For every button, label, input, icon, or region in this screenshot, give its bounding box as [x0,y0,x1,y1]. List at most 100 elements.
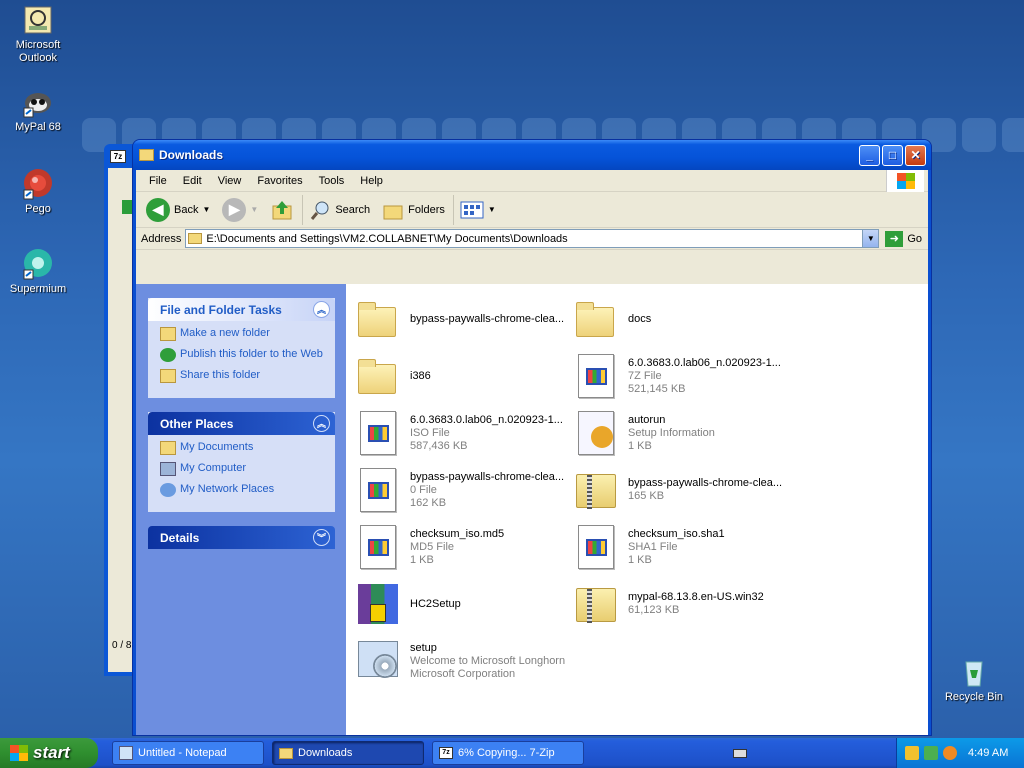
file-item[interactable]: 6.0.3683.0.lab06_n.020923-1... 7Z File 521… [572,351,790,401]
details-header[interactable]: Details ︾ [148,526,335,549]
menu-view[interactable]: View [210,175,250,187]
7zip-icon: 7z [439,747,453,759]
start-button[interactable]: start [0,738,98,768]
file-item[interactable]: bypass-paywalls-chrome-clea... 0 File 162 … [354,465,572,515]
go-button[interactable]: ➜ Go [883,230,928,247]
panel-title: File and Folder Tasks [160,302,282,317]
file-type: 7Z File [628,369,662,382]
explorer-window[interactable]: Downloads _ □ ✕ File Edit View Favorites… [132,139,932,736]
my-computer-link[interactable]: My Computer [160,462,325,476]
desktop-icon-pego[interactable]: Pego [0,168,76,216]
taskbar-item-notepad[interactable]: Untitled - Notepad [112,741,264,765]
other-places-header[interactable]: Other Places ︽ [148,412,335,435]
back-label: Back [174,203,199,216]
title-bar[interactable]: Downloads _ □ ✕ [133,140,931,170]
file-folder-tasks-panel: File and Folder Tasks ︽ Make a new folde… [148,298,335,398]
share-folder-icon [160,369,176,383]
window-title: Downloads [159,148,224,162]
file-folder-tasks-header[interactable]: File and Folder Tasks ︽ [148,298,335,321]
link-label: Share this folder [180,369,261,381]
share-folder-link[interactable]: Share this folder [160,369,325,383]
menu-help[interactable]: Help [352,175,391,187]
file-item[interactable]: checksum_iso.md5 MD5 File 1 KB [354,522,572,572]
dropdown-arrow-icon[interactable]: ▼ [250,205,258,214]
file-name: mypal-68.13.8.en-US.win32 [628,591,764,603]
menu-file[interactable]: File [141,175,175,187]
file-name: 6.0.3683.0.lab06_n.020923-1... [410,413,563,426]
expand-chevron-icon[interactable]: ︾ [313,529,330,546]
zip-icon [572,580,620,628]
my-network-places-link[interactable]: My Network Places [160,483,325,497]
desktop-icon-recycle-bin[interactable]: Recycle Bin [936,656,1012,704]
address-input[interactable]: E:\Documents and Settings\VM2.COLLABNET\… [185,229,880,248]
file-text: checksum_iso.md5 MD5 File 1 KB [410,528,504,567]
file-size: 521,145 KB [628,382,686,395]
file-name: checksum_iso.md5 [410,527,505,540]
views-button[interactable]: ▼ [452,194,500,225]
file-item[interactable]: bypass-paywalls-chrome-clea... 165 KB [572,465,790,515]
folders-button[interactable]: Folders [378,195,449,225]
file-text: autorun Setup Information 1 KB [628,414,715,453]
maximize-button[interactable]: □ [882,144,903,166]
task-pane: File and Folder Tasks ︽ Make a new folde… [136,284,346,735]
publish-folder-link[interactable]: Publish this folder to the Web [160,348,325,362]
file-item[interactable]: setup Welcome to Microsoft Longhorn Micros… [354,636,572,686]
file-type: 61,123 KB [628,604,680,616]
file-item[interactable]: autorun Setup Information 1 KB [572,408,790,458]
file-item[interactable]: i386 [354,351,572,401]
my-documents-link[interactable]: My Documents [160,441,325,455]
file-type: ISO File [410,426,450,439]
file-item[interactable]: docs [572,294,790,344]
keyboard-icon[interactable] [720,748,760,758]
file-type: Welcome to Microsoft Longhorn [410,654,566,667]
taskbar-item-7zip[interactable]: 7z 6% Copying... 7-Zip [432,741,584,765]
search-button[interactable]: Search [302,194,374,225]
taskbar-item-downloads[interactable]: Downloads [272,741,424,765]
dropdown-arrow-icon[interactable]: ▼ [202,205,210,214]
file-name: setup [410,641,437,654]
network-tray-icon[interactable] [924,746,938,760]
setup-info-icon [572,409,620,457]
file-item[interactable]: checksum_iso.sha1 SHA1 File 1 KB [572,522,790,572]
desktop-icon-outlook[interactable]: Microsoft Outlook [0,4,76,65]
minimize-button[interactable]: _ [859,144,880,166]
file-name: HC2Setup [410,597,461,610]
folder-icon [188,233,203,244]
menu-favorites[interactable]: Favorites [249,175,310,187]
menu-edit[interactable]: Edit [175,175,210,187]
menu-tools[interactable]: Tools [311,175,353,187]
up-folder-button[interactable] [266,195,298,225]
file-size: 162 KB [410,496,447,509]
desktop-icon-mypal[interactable]: MyPal 68 [0,86,76,134]
collapse-chevron-icon[interactable]: ︽ [313,301,330,318]
clock[interactable]: 4:49 AM [968,747,1008,759]
file-size: 1 KB [628,439,652,452]
link-label: My Computer [180,462,247,474]
file-text: checksum_iso.sha1 SHA1 File 1 KB [628,528,725,567]
notepad-icon [119,746,133,760]
search-tray-icon[interactable] [943,746,957,760]
file-type: 165 KB [628,490,665,502]
file-text: docs [628,313,651,326]
forward-button[interactable]: ▶ ▼ [218,195,262,225]
security-shield-icon[interactable] [905,746,919,760]
address-dropdown-button[interactable]: ▼ [862,230,879,247]
desktop-icon-supermium[interactable]: Supermium [0,248,76,296]
file-item[interactable]: mypal-68.13.8.en-US.win32 61,123 KB [572,579,790,629]
forward-arrow-icon: ▶ [222,197,247,222]
recycle-bin-icon [958,656,990,688]
file-item[interactable]: bypass-paywalls-chrome-clea... [354,294,572,344]
desktop-icon-label: Pego [25,203,51,215]
close-button[interactable]: ✕ [905,144,926,166]
file-item[interactable]: HC2Setup [354,579,572,629]
collapse-chevron-icon[interactable]: ︽ [313,415,330,432]
doc-icon [354,466,402,514]
make-new-folder-link[interactable]: Make a new folder [160,327,325,341]
file-item[interactable]: 6.0.3683.0.lab06_n.020923-1... ISO File 58… [354,408,572,458]
back-button[interactable]: ◀ Back ▼ [142,195,214,225]
folders-label: Folders [408,203,445,216]
file-text: 6.0.3683.0.lab06_n.020923-1... 7Z File 521… [628,357,781,396]
file-type: SHA1 File [628,540,678,553]
outlook-icon [22,4,54,36]
folder-icon [354,295,402,343]
